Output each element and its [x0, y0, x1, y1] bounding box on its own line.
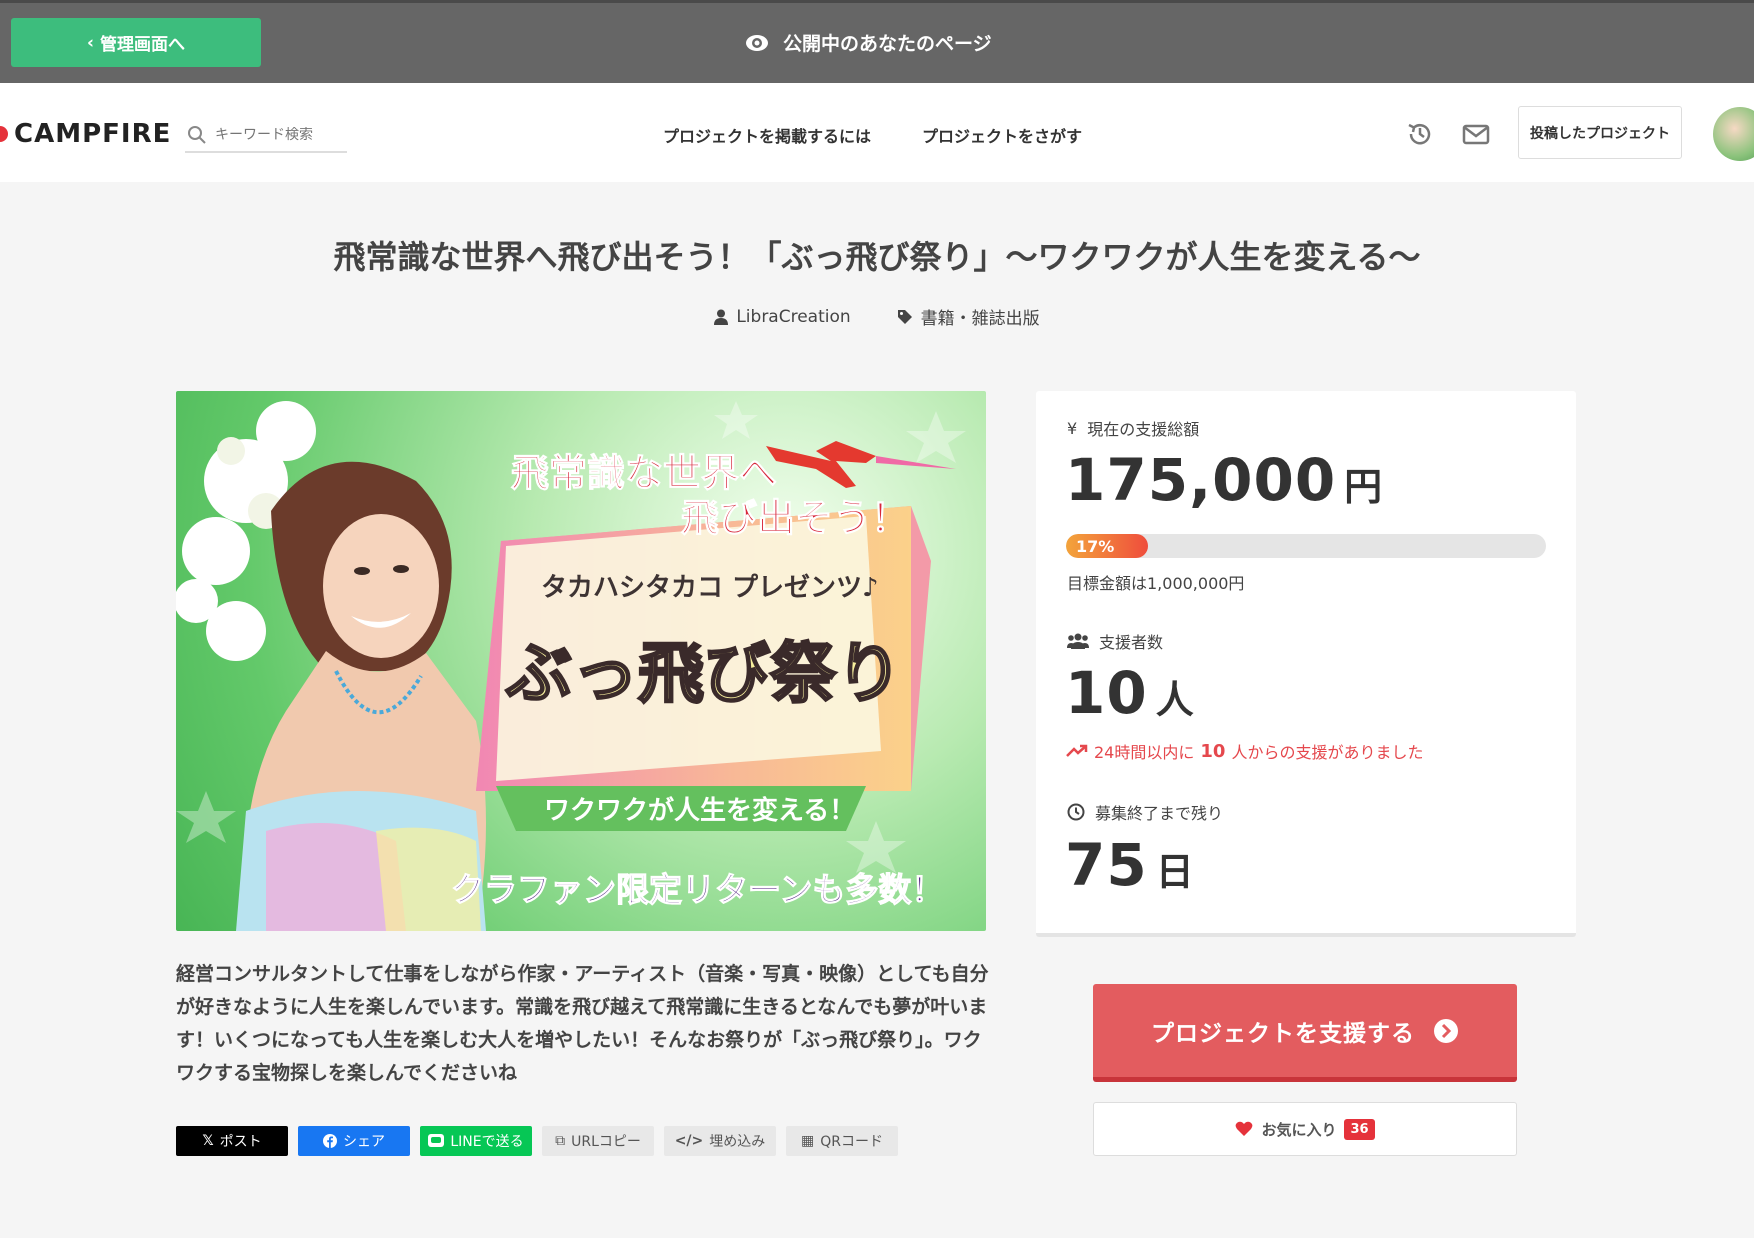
search-input[interactable]	[215, 127, 345, 143]
heart-icon	[1236, 1121, 1253, 1136]
copy-icon: ⧉	[555, 1133, 566, 1149]
currency-unit: 円	[1344, 465, 1384, 509]
hero-text-line2: 飛び出そう！	[681, 496, 909, 540]
supporters-unit: 人	[1155, 678, 1195, 722]
funding-stats-card: ¥ 現在の支援総額 175,000 円 17% 目標金額は1,000,000円 支…	[1036, 391, 1576, 937]
x-logo-icon: 𝕏	[202, 1133, 214, 1149]
nav-find-project-link[interactable]: プロジェクトをさがす	[922, 123, 1082, 147]
posted-projects-button[interactable]: 投稿したプロジェクト	[1518, 106, 1682, 159]
author-name: LibraCreation	[736, 306, 851, 327]
url-copy-label: URLコピー	[571, 1134, 641, 1150]
logo-text: CAMPFIRE	[14, 119, 172, 149]
trending-up-icon	[1066, 744, 1088, 757]
remaining-label: 募集終了まで残り	[1095, 804, 1224, 823]
funding-progress-fill: 17%	[1066, 534, 1148, 558]
yen-icon: ¥	[1067, 418, 1078, 438]
project-meta: LibraCreation 書籍・雑誌出版	[0, 304, 1754, 329]
public-page-indicator: 公開中のあなたのページ	[745, 29, 992, 56]
public-page-label: 公開中のあなたのページ	[783, 33, 992, 55]
campfire-logo[interactable]: CAMPFIRE	[0, 119, 171, 149]
facebook-share-button[interactable]: シェア	[298, 1126, 410, 1156]
qr-code-label: QRコード	[820, 1134, 883, 1150]
recent-prefix: 24時間以内に	[1094, 743, 1195, 762]
total-amount: 175,000 円	[1065, 446, 1383, 514]
project-hero-image[interactable]: 飛常識な世界へ 飛び出そう！ タカハシタカコ プレゼンツ♪ ぶっ飛び祭り ワクワ…	[176, 391, 986, 931]
line-icon	[428, 1134, 445, 1147]
line-share-label: LINEで送る	[450, 1134, 524, 1150]
back-to-admin-label: 管理画面へ	[100, 35, 185, 55]
search-icon	[188, 126, 206, 144]
hero-text-line4: ぶっ飛び祭り	[505, 634, 902, 712]
hero-text-line1: 飛常識な世界へ	[511, 451, 777, 495]
support-project-button[interactable]: プロジェクトを支援する	[1093, 984, 1517, 1082]
total-amount-value: 175,000	[1065, 446, 1337, 514]
supporters-count: 10 人	[1065, 659, 1195, 727]
users-icon	[1067, 633, 1089, 649]
favorite-label: お気に入り	[1261, 1120, 1337, 1139]
x-post-label: ポスト	[219, 1134, 262, 1150]
code-icon: </>	[674, 1133, 704, 1149]
total-amount-label: 現在の支援総額	[1087, 420, 1200, 439]
hero-text-line3: タカハシタカコ プレゼンツ♪	[541, 573, 879, 603]
days-unit: 日	[1155, 850, 1195, 894]
x-post-button[interactable]: 𝕏 ポスト	[176, 1126, 288, 1156]
search-box[interactable]	[185, 119, 347, 153]
url-copy-button[interactable]: ⧉ URLコピー	[542, 1126, 654, 1156]
tag-icon	[897, 309, 912, 324]
author-link[interactable]: LibraCreation	[714, 304, 851, 329]
category-link[interactable]: 書籍・雑誌出版	[897, 304, 1040, 329]
total-amount-label-row: ¥ 現在の支援総額	[1067, 416, 1199, 440]
share-buttons: 𝕏 ポスト シェア LINEで送る ⧉ URLコピー </> 埋め込み ▦ QR…	[176, 1126, 898, 1156]
embed-button[interactable]: </> 埋め込み	[664, 1126, 776, 1156]
mail-icon[interactable]	[1461, 119, 1491, 149]
site-header: CAMPFIRE プロジェクトを掲載するには プロジェクトをさがす 投稿したプロ…	[0, 83, 1754, 182]
favorite-button[interactable]: お気に入り 36	[1093, 1102, 1517, 1156]
project-description: 経営コンサルタントして仕事をしながら作家・アーティスト（音楽・写真・映像）として…	[176, 963, 989, 1084]
qr-code-icon: ▦	[801, 1133, 815, 1149]
project-title: 飛常識な世界へ飛び出そう！「ぶっ飛び祭り」〜ワクワクが人生を変える〜	[333, 238, 1421, 276]
recent-support-notice: 24時間以内に 10 人からの支援がありました	[1066, 739, 1423, 763]
avatar[interactable]	[1713, 107, 1754, 161]
recent-suffix: 人からの支援がありました	[1231, 743, 1424, 762]
hero-text-line5: ワクワクが人生を変える！	[544, 795, 855, 826]
back-to-admin-button[interactable]: ‹ 管理画面へ	[11, 18, 261, 67]
hero-text-line6: クラファン限定リターンも多数！	[451, 870, 944, 909]
chevron-left-icon: ‹	[86, 32, 94, 53]
favorite-count-badge: 36	[1344, 1118, 1375, 1140]
support-project-label: プロジェクトを支援する	[1151, 1020, 1415, 1047]
supporters-label-row: 支援者数	[1067, 629, 1163, 653]
supporters-label: 支援者数	[1099, 633, 1164, 652]
logo-mark-icon	[0, 126, 8, 142]
remaining-label-row: 募集終了まで残り	[1067, 800, 1223, 824]
facebook-share-label: シェア	[343, 1134, 385, 1150]
supporters-count-value: 10	[1065, 659, 1148, 727]
history-icon[interactable]	[1405, 119, 1435, 149]
funding-progress-bar: 17%	[1066, 534, 1546, 558]
remaining-days-value: 75	[1065, 831, 1148, 899]
eye-icon	[746, 34, 768, 51]
goal-amount: 目標金額は1,000,000円	[1067, 574, 1245, 593]
clock-icon	[1067, 803, 1085, 821]
admin-bar: ‹ 管理画面へ 公開中のあなたのページ	[0, 0, 1754, 83]
category-name: 書籍・雑誌出版	[920, 309, 1040, 329]
nav-post-project-link[interactable]: プロジェクトを掲載するには	[663, 123, 871, 147]
embed-label: 埋め込み	[709, 1134, 766, 1150]
progress-percent-label: 17%	[1076, 536, 1115, 556]
qr-code-button[interactable]: ▦ QRコード	[786, 1126, 898, 1156]
remaining-days: 75 日	[1065, 831, 1195, 899]
arrow-circle-right-icon	[1434, 1018, 1458, 1043]
user-icon	[714, 309, 729, 325]
line-share-button[interactable]: LINEで送る	[420, 1126, 532, 1156]
recent-count: 10	[1200, 740, 1226, 762]
facebook-icon	[323, 1134, 337, 1148]
